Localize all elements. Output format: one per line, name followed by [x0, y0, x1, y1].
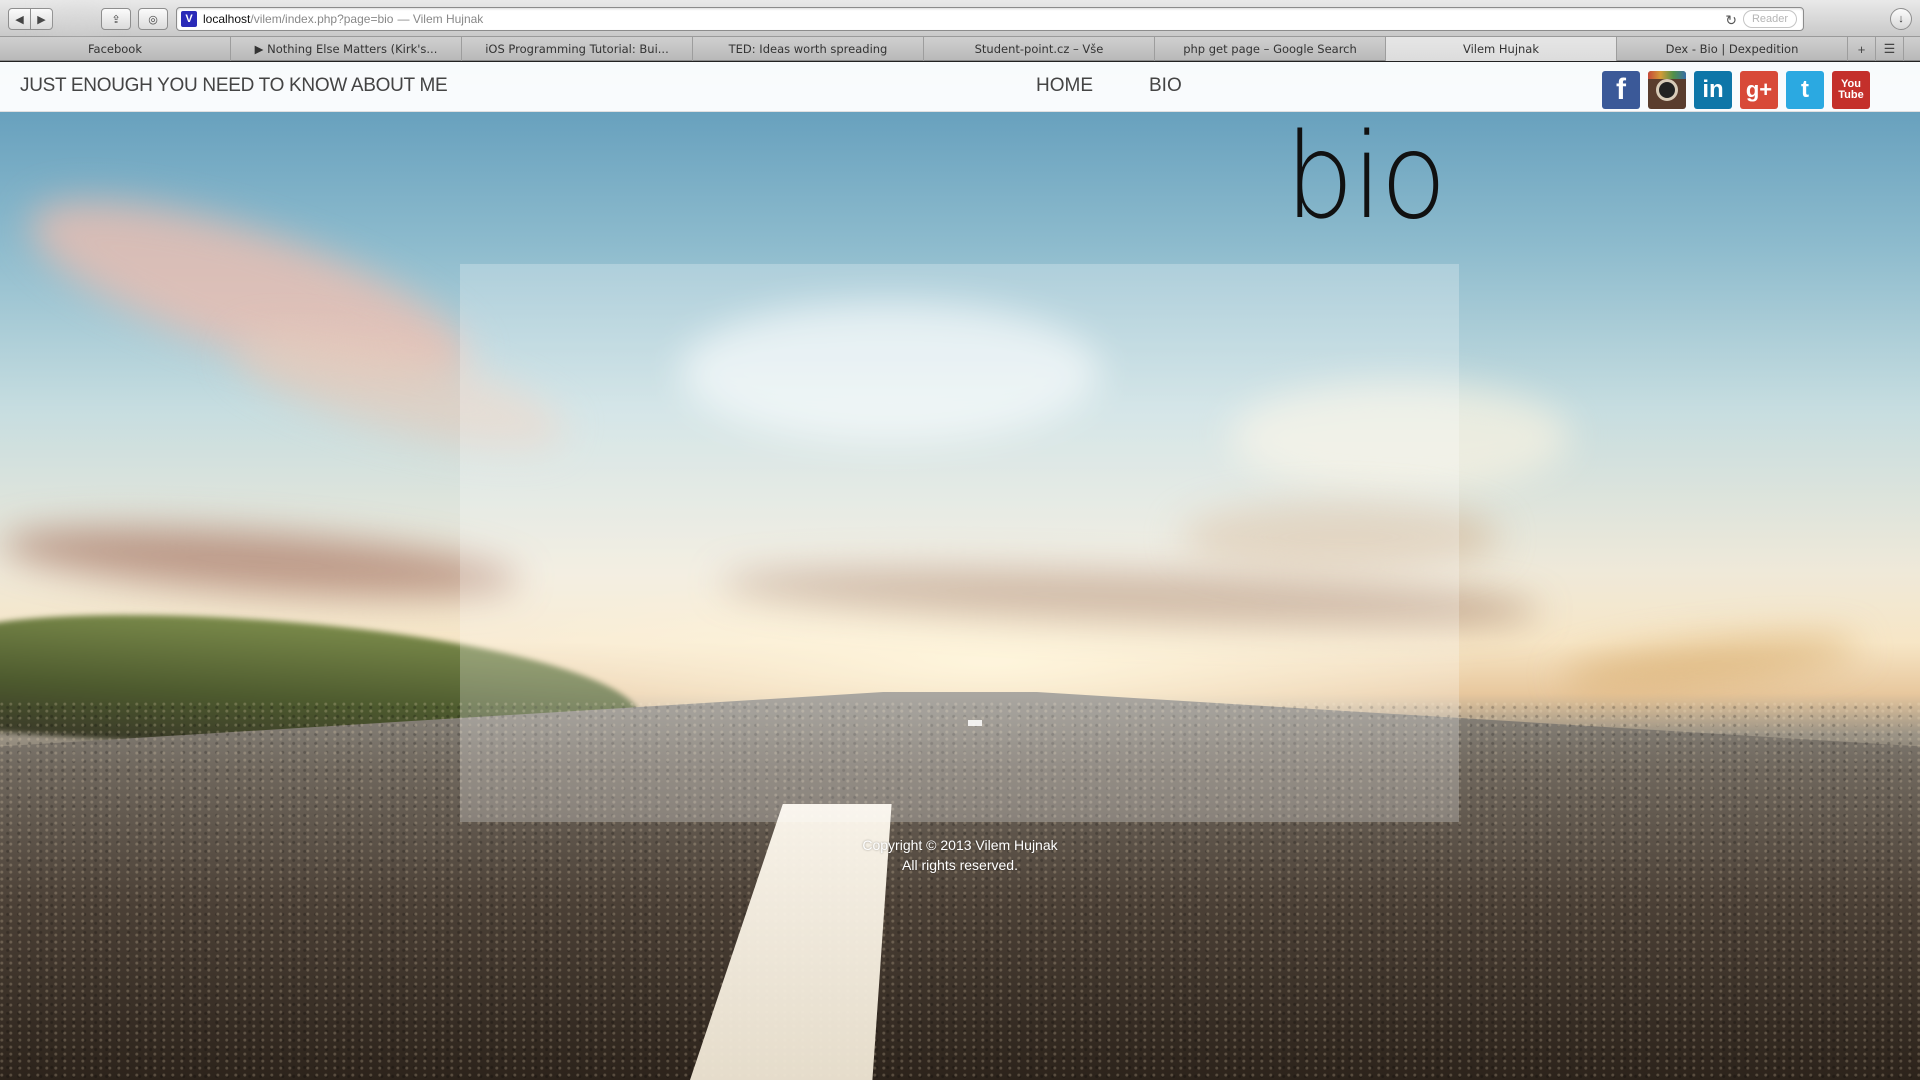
tab-dexpedition[interactable]: Dex - Bio | Dexpedition [1617, 37, 1848, 61]
rights-text: All rights reserved. [902, 857, 1018, 873]
youtube-icon-bottom: Tube [1838, 89, 1864, 101]
tab-bar: Facebook ▶ Nothing Else Matters (Kirk's.… [0, 37, 1920, 61]
url-page-title: — Vilem Hujnak [397, 12, 484, 26]
youtube-icon[interactable]: You Tube [1832, 71, 1870, 109]
instagram-stripe [1648, 71, 1686, 79]
nav-home-link[interactable]: HOME [1036, 75, 1093, 97]
google-plus-icon[interactable]: g+ [1740, 71, 1778, 109]
tab-ted[interactable]: TED: Ideas worth spreading [693, 37, 924, 61]
page-title: bio [1285, 107, 1447, 245]
back-button[interactable]: ◀ [8, 8, 31, 30]
site-footer: Copyright © 2013 Vilem Hujnak All rights… [0, 835, 1920, 875]
downloads-button[interactable]: ↓ [1890, 8, 1912, 30]
back-arrow-icon: ◀ [15, 12, 24, 26]
tab-facebook[interactable]: Facebook [0, 37, 231, 61]
site-favicon-icon: V [181, 11, 197, 27]
tab-student-point[interactable]: Student-point.cz – Vše [924, 37, 1155, 61]
twitter-icon[interactable]: t [1786, 71, 1824, 109]
download-icon: ↓ [1898, 13, 1904, 25]
content-panel [460, 264, 1459, 822]
copyright-text: Copyright © 2013 Vilem Hujnak [862, 837, 1058, 853]
url-host: localhost [203, 12, 251, 26]
address-bar[interactable]: V localhost /vilem/index.php?page=bio — … [176, 7, 1804, 31]
new-tab-button[interactable]: + [1848, 37, 1876, 61]
browser-toolbar: ◀ ▶ ☁ ⇪ ◎ V localhost /vilem/index.php?p… [0, 0, 1920, 37]
url-path: /vilem/index.php?page=bio [250, 12, 394, 26]
instagram-icon[interactable] [1648, 71, 1686, 109]
reading-list-button[interactable]: ◎ [138, 8, 168, 30]
site-header: JUST ENOUGH YOU NEED TO KNOW ABOUT ME HO… [0, 62, 1920, 112]
tab-ios-programming[interactable]: iOS Programming Tutorial: Bui... [462, 37, 693, 61]
tab-vilem-hujnak[interactable]: Vilem Hujnak [1386, 37, 1617, 61]
tab-google-search[interactable]: php get page – Google Search [1155, 37, 1386, 61]
linkedin-icon[interactable]: in [1694, 71, 1732, 109]
tab-overview-button[interactable]: ☰ [1876, 37, 1904, 61]
plus-icon: + [1857, 41, 1866, 57]
tab-list-icon: ☰ [1883, 41, 1896, 56]
social-links: f in g+ t You Tube [1602, 71, 1870, 109]
reading-list-icon: ◎ [148, 12, 158, 26]
forward-button[interactable]: ▶ [30, 8, 53, 30]
cloud [0, 513, 522, 611]
reader-button[interactable]: Reader [1743, 10, 1797, 28]
cloud [1558, 626, 1862, 698]
page-viewport: JUST ENOUGH YOU NEED TO KNOW ABOUT ME HO… [0, 62, 1920, 1080]
share-icon: ⇪ [111, 12, 121, 26]
reload-icon[interactable]: ↻ [1725, 12, 1737, 29]
camera-lens [1656, 79, 1678, 101]
icloud-tabs-button[interactable]: ☁ [63, 8, 93, 30]
facebook-icon[interactable]: f [1602, 71, 1640, 109]
forward-arrow-icon: ▶ [37, 12, 46, 26]
share-button[interactable]: ⇪ [101, 8, 131, 30]
site-tagline: JUST ENOUGH YOU NEED TO KNOW ABOUT ME [20, 75, 448, 96]
cloud-icon: ☁ [72, 12, 84, 26]
tab-nothing-else-matters[interactable]: ▶ Nothing Else Matters (Kirk's... [231, 37, 462, 61]
nav-bio-link[interactable]: BIO [1149, 75, 1182, 97]
main-nav: HOME BIO [1036, 75, 1182, 97]
